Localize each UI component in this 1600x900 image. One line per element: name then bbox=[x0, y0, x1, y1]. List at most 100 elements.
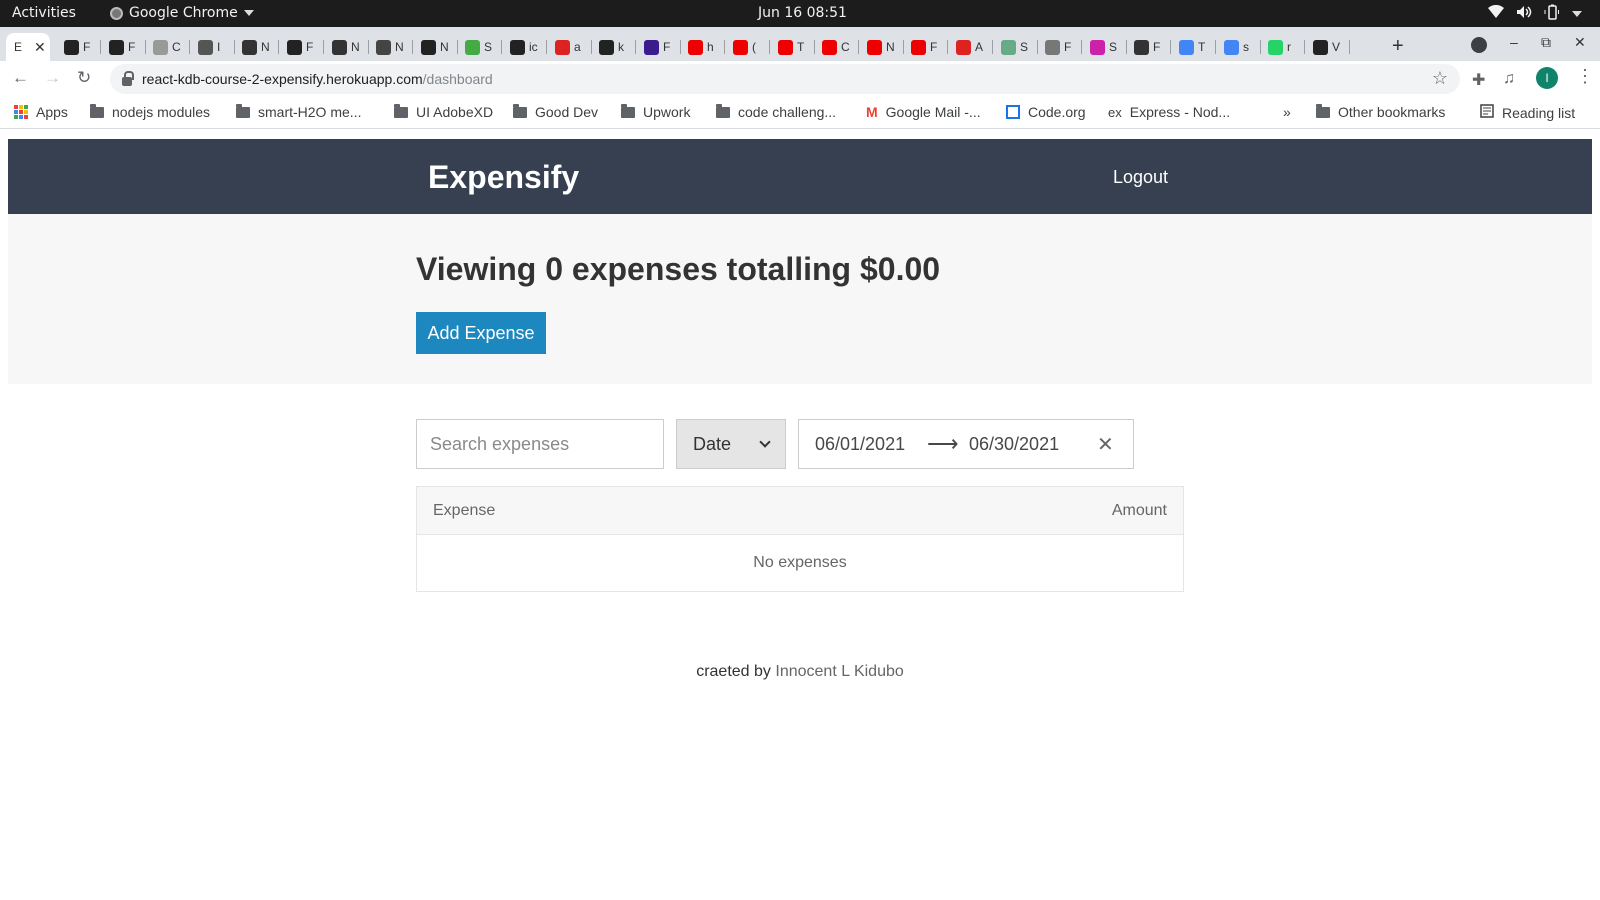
start-date-input[interactable]: 06/01/2021 bbox=[815, 434, 905, 455]
tab-favicon-icon bbox=[644, 39, 659, 55]
bookmark-item[interactable]: Upwork bbox=[621, 103, 691, 120]
background-tab[interactable]: T bbox=[772, 33, 815, 61]
background-tab[interactable]: s bbox=[1218, 33, 1261, 61]
background-tab[interactable]: A bbox=[950, 33, 993, 61]
bookmark-label: code challeng... bbox=[738, 104, 837, 120]
tab-separator bbox=[1304, 40, 1305, 54]
background-tab[interactable]: S bbox=[995, 33, 1038, 61]
background-tab[interactable]: a bbox=[549, 33, 592, 61]
folder-icon bbox=[1316, 103, 1330, 118]
background-tab[interactable]: N bbox=[370, 33, 413, 61]
background-tab[interactable]: F bbox=[58, 33, 101, 61]
bookmark-label: Google Mail -... bbox=[885, 104, 981, 120]
tab-favicon-icon bbox=[421, 39, 436, 55]
new-tab-button[interactable]: + bbox=[1392, 35, 1404, 58]
close-window-icon[interactable]: ✕ bbox=[1574, 34, 1586, 51]
maximize-icon[interactable]: ⧉ bbox=[1541, 34, 1551, 51]
background-tab[interactable]: C bbox=[816, 33, 859, 61]
background-tab[interactable]: S bbox=[1084, 33, 1127, 61]
tab-favicon-icon bbox=[956, 39, 971, 55]
background-tab[interactable]: ( bbox=[727, 33, 770, 61]
bookmark-item[interactable]: smart-H2O me... bbox=[236, 103, 362, 120]
tab-search-icon[interactable] bbox=[1471, 37, 1487, 53]
background-tab[interactable]: N bbox=[415, 33, 458, 61]
background-tab[interactable]: F bbox=[1128, 33, 1171, 61]
bookmark-item[interactable]: UI AdobeXD bbox=[394, 103, 493, 120]
bookmark-item[interactable]: code challeng... bbox=[716, 103, 837, 120]
bookmark-item[interactable]: nodejs modules bbox=[90, 103, 210, 120]
background-tab[interactable]: T bbox=[1173, 33, 1216, 61]
back-icon[interactable]: ← bbox=[12, 68, 29, 88]
background-tab[interactable]: S bbox=[459, 33, 502, 61]
os-top-bar: Activities Google Chrome Jun 16 08:51 bbox=[0, 0, 1600, 27]
background-tab[interactable]: F bbox=[1039, 33, 1082, 61]
tab-favicon-icon bbox=[688, 39, 703, 55]
logout-button[interactable]: Logout bbox=[1113, 167, 1168, 188]
background-tab[interactable]: r bbox=[1262, 33, 1305, 61]
tab-strip: E ✕ F F C I N F N N N Sic a k Fh (T C N F A S F S F Ts r V + ‒ ⧉… bbox=[0, 27, 1600, 61]
background-tab[interactable]: F bbox=[103, 33, 146, 61]
app-header: Expensify Logout bbox=[8, 139, 1592, 214]
close-tab-icon[interactable]: ✕ bbox=[34, 39, 46, 56]
sort-by-value: Date bbox=[693, 433, 732, 454]
address-bar[interactable]: react-kdb-course-2-expensify.herokuapp.c… bbox=[110, 64, 1460, 94]
background-tab[interactable]: F bbox=[638, 33, 681, 61]
tab-favicon-icon bbox=[510, 39, 525, 55]
clock[interactable]: Jun 16 08:51 bbox=[758, 5, 847, 21]
bookmark-item[interactable]: Apps bbox=[14, 104, 68, 120]
minimize-icon[interactable]: ‒ bbox=[1510, 34, 1518, 50]
url-path: /dashboard bbox=[422, 71, 493, 87]
date-range-picker[interactable]: 06/01/2021 ⟶ 06/30/2021 ✕ bbox=[798, 419, 1134, 469]
background-tab[interactable]: F bbox=[281, 33, 324, 61]
tab-title: F bbox=[1064, 40, 1072, 54]
bookmark-item[interactable]: ex Express - Nod... bbox=[1108, 104, 1230, 120]
background-tab[interactable]: I bbox=[192, 33, 235, 61]
bookmark-label: smart-H2O me... bbox=[258, 104, 362, 120]
brand-title[interactable]: Expensify bbox=[428, 159, 579, 196]
background-tab[interactable]: ic bbox=[504, 33, 547, 61]
extensions-icon[interactable]: ✚ bbox=[1472, 70, 1485, 90]
tab-favicon-icon bbox=[555, 39, 570, 55]
bookmark-item[interactable]: Good Dev bbox=[513, 103, 598, 120]
background-tab[interactable]: C bbox=[147, 33, 190, 61]
reading-list[interactable]: Reading list bbox=[1480, 104, 1575, 121]
background-tab[interactable]: k bbox=[593, 33, 636, 61]
background-tab[interactable]: F bbox=[905, 33, 948, 61]
tab-favicon-icon bbox=[287, 39, 302, 55]
system-tray[interactable] bbox=[1488, 4, 1582, 24]
reload-icon[interactable]: ↻ bbox=[77, 68, 91, 88]
bookmark-label: Upwork bbox=[643, 104, 691, 120]
end-date-input[interactable]: 06/30/2021 bbox=[969, 434, 1059, 455]
app-menu[interactable]: Google Chrome bbox=[110, 5, 254, 21]
folder-icon bbox=[394, 103, 408, 118]
tab-expensify-active[interactable]: E ✕ bbox=[6, 33, 50, 61]
bookmark-star-icon[interactable]: ☆ bbox=[1432, 68, 1448, 89]
browser-menu-icon[interactable]: ⋮ bbox=[1576, 66, 1594, 87]
sort-by-select[interactable]: Date bbox=[676, 419, 786, 469]
author-link[interactable]: Innocent L Kidubo bbox=[775, 663, 903, 680]
background-tab[interactable]: N bbox=[236, 33, 279, 61]
footer-prefix: craeted by bbox=[696, 663, 771, 680]
tab-favicon-icon bbox=[465, 39, 480, 55]
bookmarks-bar: Apps nodejs modules smart-H2O me... UI Adob… bbox=[0, 97, 1600, 129]
search-input[interactable] bbox=[416, 419, 664, 469]
bookmark-label: Apps bbox=[36, 104, 68, 120]
profile-avatar[interactable]: I bbox=[1536, 67, 1558, 89]
chevron-down-icon bbox=[759, 436, 771, 448]
background-tab[interactable]: N bbox=[861, 33, 904, 61]
other-bookmarks[interactable]: Other bookmarks bbox=[1316, 103, 1445, 120]
background-tab[interactable]: V bbox=[1307, 33, 1350, 61]
forward-icon[interactable]: → bbox=[44, 68, 61, 88]
bookmark-item[interactable]: Code.org bbox=[1006, 104, 1086, 120]
empty-message: No expenses bbox=[753, 554, 847, 571]
tab-title: N bbox=[886, 40, 895, 54]
background-tab[interactable]: h bbox=[682, 33, 725, 61]
clear-dates-icon[interactable]: ✕ bbox=[1097, 432, 1114, 457]
media-control-icon[interactable]: ♫ bbox=[1503, 70, 1515, 88]
bookmarks-overflow-button[interactable]: » bbox=[1283, 104, 1291, 120]
lock-icon[interactable] bbox=[122, 70, 134, 86]
background-tab[interactable]: N bbox=[326, 33, 369, 61]
bookmark-item[interactable]: M Google Mail -... bbox=[866, 104, 981, 120]
add-expense-button[interactable]: Add Expense bbox=[416, 312, 546, 354]
activities-button[interactable]: Activities bbox=[12, 5, 76, 21]
